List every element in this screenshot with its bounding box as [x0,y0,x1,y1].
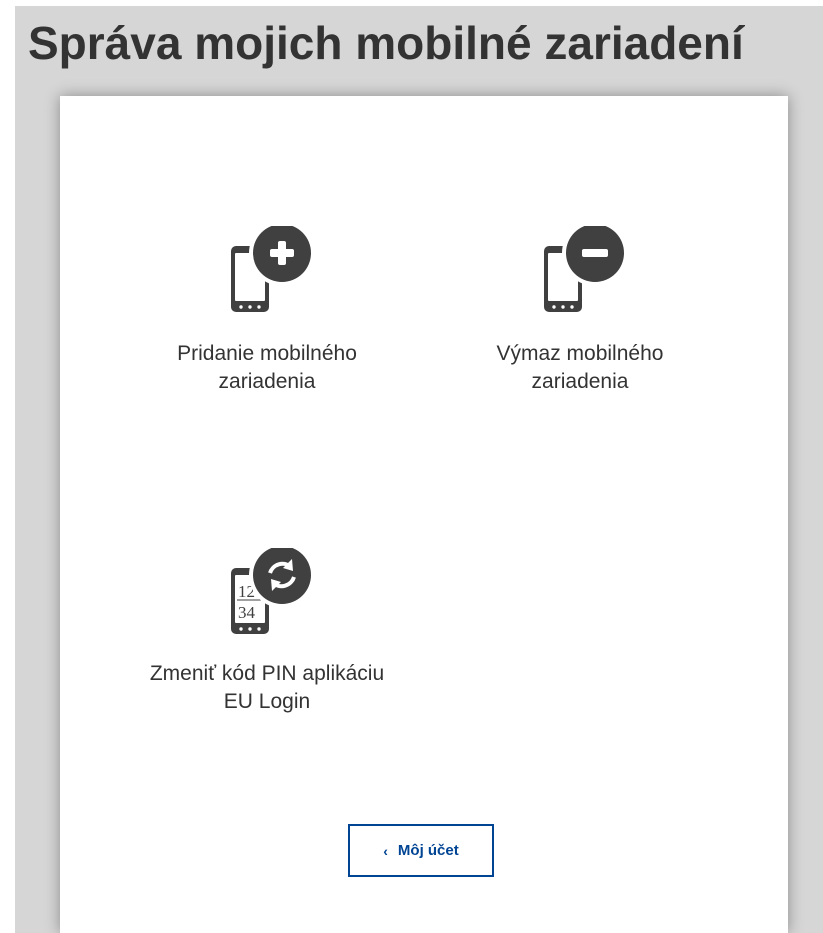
phone-remove-icon [544,226,628,312]
my-account-button-label: Môj účet [397,842,459,859]
remove-device-label-line1: Výmaz mobilného [496,342,664,365]
phone-add-icon [231,226,315,312]
add-device-label-line1: Pridanie mobilného [177,342,357,365]
pin-digits-bottom: 34 [238,603,256,622]
add-device-label-line2: zariadenia [218,370,316,393]
remove-device-tile[interactable]: Výmaz mobilného zariadenia [430,226,730,396]
chevron-left-icon: ‹ [383,842,388,859]
add-device-tile[interactable]: Pridanie mobilného zariadenia [117,226,417,396]
phone-pin-change-icon: 12 34 [231,548,315,634]
change-pin-label-line1: Zmeniť kód PIN aplikáciu [149,662,385,685]
remove-device-label-line2: zariadenia [531,370,629,393]
my-account-button[interactable]: ‹ Môj účet [348,824,494,877]
change-pin-tile[interactable]: 12 34 Zmeniť kód PIN aplikáciu EU Login [117,548,417,716]
page-background: Správa mojich mobilné zariadení Pridanie… [15,6,823,933]
menu-card: Pridanie mobilného zariadenia Výmaz mobi… [60,96,788,933]
change-pin-label-line2: EU Login [223,690,311,713]
page-title: Správa mojich mobilné zariadení [28,17,744,69]
